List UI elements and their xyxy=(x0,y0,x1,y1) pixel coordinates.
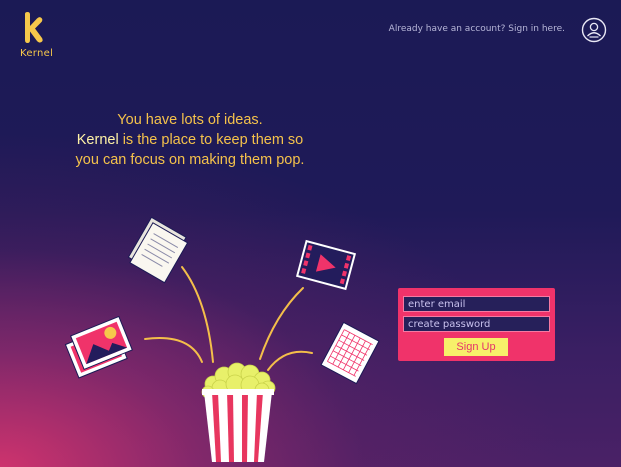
spreadsheet-icon xyxy=(320,321,380,385)
password-input[interactable] xyxy=(403,316,550,332)
signup-button[interactable]: Sign Up xyxy=(444,338,508,356)
popcorn-illustration xyxy=(64,216,380,462)
photos-icon xyxy=(64,315,133,379)
email-input[interactable] xyxy=(403,296,550,312)
video-icon xyxy=(295,239,357,291)
burst-lines xyxy=(144,266,313,371)
document-icon xyxy=(127,216,189,284)
popcorn-icon xyxy=(201,362,276,462)
signup-form: Sign Up xyxy=(398,288,555,361)
